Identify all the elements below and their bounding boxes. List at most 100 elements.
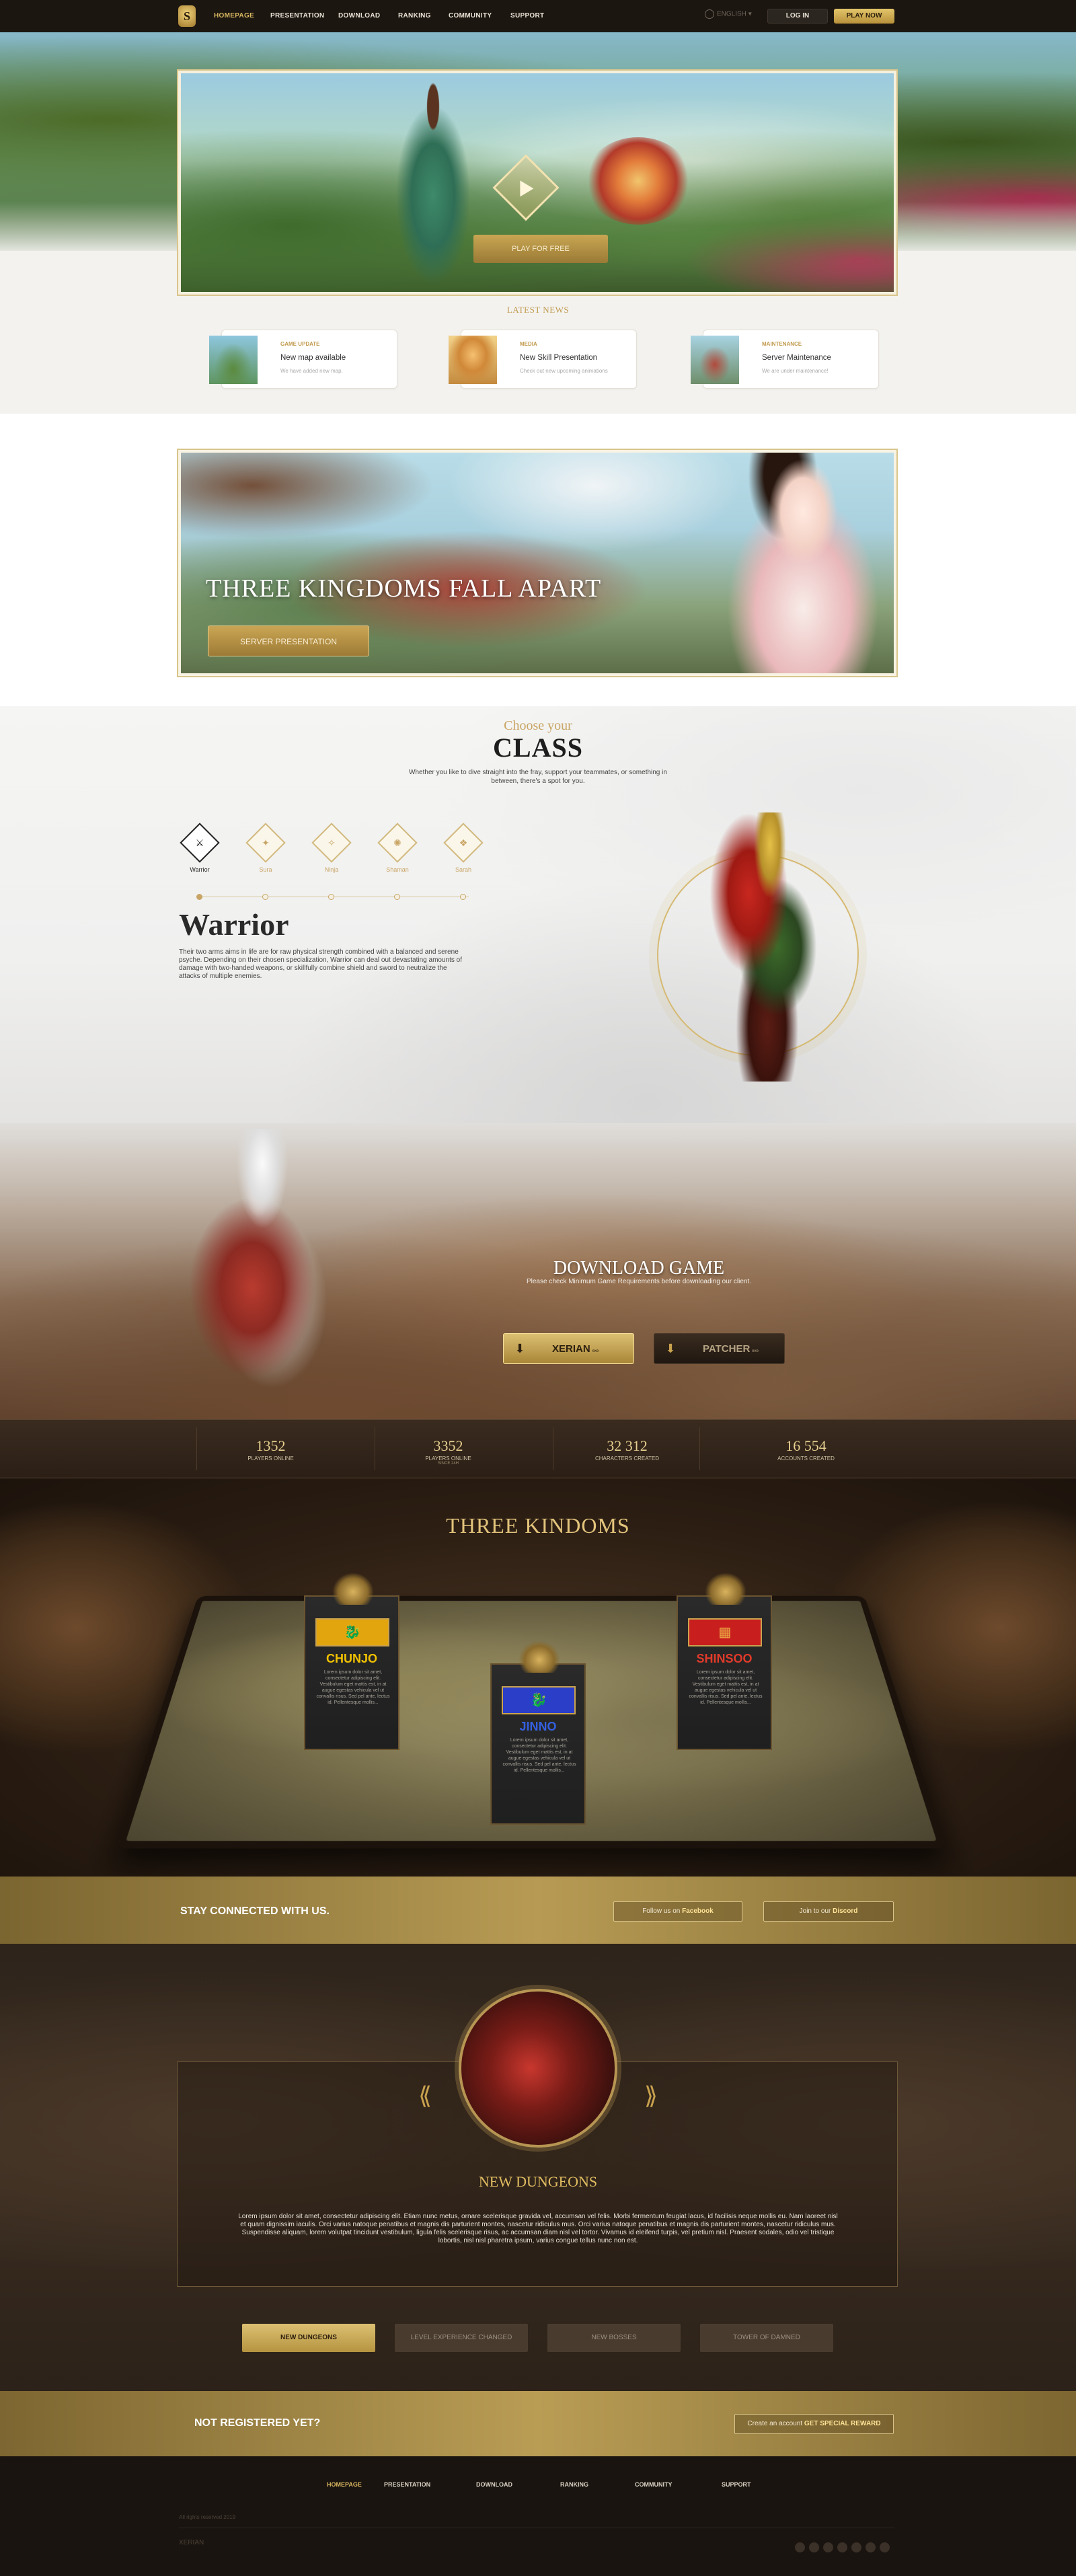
news-card[interactable]: MEDIA New Skill Presentation Check out n… bbox=[449, 330, 637, 389]
next-arrow-icon[interactable]: ⟫ bbox=[638, 2082, 664, 2109]
class-emblem: ✦ bbox=[245, 823, 286, 863]
client-name: XERIAN bbox=[552, 1343, 590, 1355]
news-description: We have added new map. bbox=[280, 368, 343, 374]
discord-label: Discord bbox=[833, 1907, 858, 1915]
kingdom-crest-icon bbox=[705, 1573, 746, 1605]
kingdom-description: Lorem ipsum dolor sit amet, consectetur … bbox=[502, 1738, 576, 1773]
news-description: We are under maintenance! bbox=[762, 368, 829, 374]
download-patcher-button[interactable]: ⬇ PATCHER exe bbox=[654, 1333, 785, 1364]
play-now-button[interactable]: PLAY NOW bbox=[834, 9, 894, 24]
class-slider-dot[interactable] bbox=[394, 894, 400, 900]
class-slider-dot[interactable] bbox=[196, 894, 202, 900]
social-icon[interactable] bbox=[880, 2542, 890, 2552]
dungeon-title: NEW DUNGEONS bbox=[478, 2173, 598, 2190]
footer-nav-download[interactable]: DOWNLOAD bbox=[476, 2481, 512, 2488]
social-icon[interactable] bbox=[837, 2542, 847, 2552]
nav-presentation[interactable]: PRESENTATION bbox=[270, 12, 324, 20]
class-tab-warrior[interactable]: ⚔ Warrior bbox=[180, 823, 220, 873]
latest-news-title: LATEST NEWS bbox=[506, 305, 570, 315]
nav-download[interactable]: DOWNLOAD bbox=[338, 12, 380, 20]
class-tab-sarah[interactable]: ❖ Sarah bbox=[443, 823, 484, 873]
login-button[interactable]: LOG IN bbox=[767, 9, 828, 24]
chevron-down-icon: ▾ bbox=[748, 10, 752, 18]
warrior-character-art bbox=[699, 812, 841, 1082]
dragon-icon: 🐉 bbox=[530, 1693, 547, 1708]
discord-button[interactable]: Join to our Discord bbox=[763, 1901, 894, 1922]
create-account-button[interactable]: Create an account GET SPECIAL REWARD bbox=[734, 2414, 894, 2434]
footer-nav-support[interactable]: SUPPORT bbox=[722, 2481, 751, 2488]
class-emblem: ⚔ bbox=[180, 823, 220, 863]
social-icon[interactable] bbox=[866, 2542, 876, 2552]
register-text: NOT REGISTERED YET? bbox=[194, 2417, 321, 2429]
class-description: Whether you like to dive straight into t… bbox=[409, 769, 667, 785]
class-tab-ninja[interactable]: ✧ Ninja bbox=[311, 823, 352, 873]
download-icon: ⬇ bbox=[665, 1342, 676, 1355]
footer-nav-homepage[interactable]: HOMEPAGE bbox=[327, 2481, 362, 2488]
kingdom-description: Lorem ipsum dolor sit amet, consectetur … bbox=[689, 1670, 763, 1705]
facebook-button[interactable]: Follow us on Facebook bbox=[613, 1901, 742, 1922]
dragon-icon: 🐉 bbox=[344, 1625, 361, 1640]
play-for-free-button[interactable]: PLAY FOR FREE bbox=[473, 235, 608, 263]
class-emblem: ✺ bbox=[377, 823, 418, 863]
play-video-button[interactable] bbox=[492, 154, 560, 221]
social-icon[interactable] bbox=[823, 2542, 833, 2552]
class-slider-dot[interactable] bbox=[460, 894, 466, 900]
download-client-label: XERIAN exe bbox=[552, 1343, 599, 1355]
download-patcher-label: PATCHER exe bbox=[703, 1343, 759, 1355]
news-thumbnail bbox=[691, 336, 739, 384]
stay-connected-text: STAY CONNECTED WITH US. bbox=[180, 1905, 330, 1917]
news-category: GAME UPDATE bbox=[280, 341, 320, 347]
server-banner: THREE KINGDOMS FALL APART SERVER PRESENT… bbox=[177, 449, 898, 677]
news-title: New Skill Presentation bbox=[520, 354, 598, 362]
tab-tower-of-damned[interactable]: TOWER OF DAMNED bbox=[700, 2324, 833, 2352]
news-card[interactable]: GAME UPDATE New map available We have ad… bbox=[209, 330, 397, 389]
class-tab-shaman[interactable]: ✺ Shaman bbox=[377, 823, 418, 873]
footer-logo[interactable]: XERIAN bbox=[179, 2539, 204, 2551]
stat-characters: 32 312 CHARACTERS CREATED bbox=[538, 1437, 716, 1462]
class-label: Warrior bbox=[190, 866, 210, 873]
patcher-name: PATCHER bbox=[703, 1343, 751, 1355]
dungeon-boss-image bbox=[459, 1989, 617, 2148]
social-icon[interactable] bbox=[809, 2542, 819, 2552]
stat-label: PLAYERS ONLINE bbox=[247, 1455, 294, 1462]
footer-nav-ranking[interactable]: RANKING bbox=[560, 2481, 588, 2488]
class-slider-dot[interactable] bbox=[262, 894, 268, 900]
class-slider-dot[interactable] bbox=[328, 894, 334, 900]
facebook-prefix: Follow us on bbox=[642, 1907, 681, 1915]
create-account-reward: GET SPECIAL REWARD bbox=[804, 2420, 881, 2427]
kingdom-card-chunjo[interactable]: 🐉 CHUNJO Lorem ipsum dolor sit amet, con… bbox=[304, 1573, 399, 1750]
news-thumbnail bbox=[449, 336, 497, 384]
download-client-button[interactable]: ⬇ XERIAN exe bbox=[503, 1333, 634, 1364]
selected-class-description: Their two arms aims in life are for raw … bbox=[179, 948, 462, 980]
news-category: MEDIA bbox=[520, 341, 537, 347]
nav-support[interactable]: SUPPORT bbox=[510, 12, 544, 20]
hero-banner: PLAY FOR FREE bbox=[177, 69, 898, 296]
tab-level-experience[interactable]: LEVEL EXPERIENCE CHANGED bbox=[395, 2324, 528, 2352]
server-artwork: THREE KINGDOMS FALL APART SERVER PRESENT… bbox=[181, 453, 894, 673]
footer-nav-presentation[interactable]: PRESENTATION bbox=[384, 2481, 430, 2488]
social-icon[interactable] bbox=[795, 2542, 805, 2552]
social-icon[interactable] bbox=[851, 2542, 861, 2552]
sura-icon: ✦ bbox=[262, 837, 270, 848]
class-tab-sura[interactable]: ✦ Sura bbox=[245, 823, 286, 873]
footer-nav-community[interactable]: COMMUNITY bbox=[635, 2481, 672, 2488]
kingdom-card-shinsoo[interactable]: ▦ SHINSOO Lorem ipsum dolor sit amet, co… bbox=[677, 1573, 772, 1750]
site-logo[interactable]: S bbox=[178, 5, 196, 27]
nav-homepage[interactable]: HOMEPAGE bbox=[214, 12, 254, 20]
kingdom-card-jinno[interactable]: 🐉 JINNO Lorem ipsum dolor sit amet, cons… bbox=[490, 1640, 586, 1825]
class-label: Shaman bbox=[386, 866, 409, 873]
server-presentation-button[interactable]: SERVER PRESENTATION bbox=[208, 626, 369, 656]
tab-new-bosses[interactable]: NEW BOSSES bbox=[547, 2324, 681, 2352]
footer bbox=[0, 2456, 1076, 2576]
hero-flower-art bbox=[584, 137, 692, 225]
news-card[interactable]: MAINTENANCE Server Maintenance We are un… bbox=[691, 330, 879, 389]
nav-community[interactable]: COMMUNITY bbox=[449, 12, 492, 20]
language-selector[interactable]: ENGLISH ▾ bbox=[705, 9, 752, 19]
news-category: MAINTENANCE bbox=[762, 341, 802, 347]
kingdom-crest-icon bbox=[332, 1573, 374, 1605]
tab-new-dungeons[interactable]: NEW DUNGEONS bbox=[242, 2324, 375, 2352]
nav-ranking[interactable]: RANKING bbox=[398, 12, 431, 20]
previous-arrow-icon[interactable]: ⟪ bbox=[412, 2082, 438, 2109]
kingdom-flag: ▦ bbox=[688, 1618, 762, 1646]
pattern-icon: ▦ bbox=[718, 1625, 732, 1640]
